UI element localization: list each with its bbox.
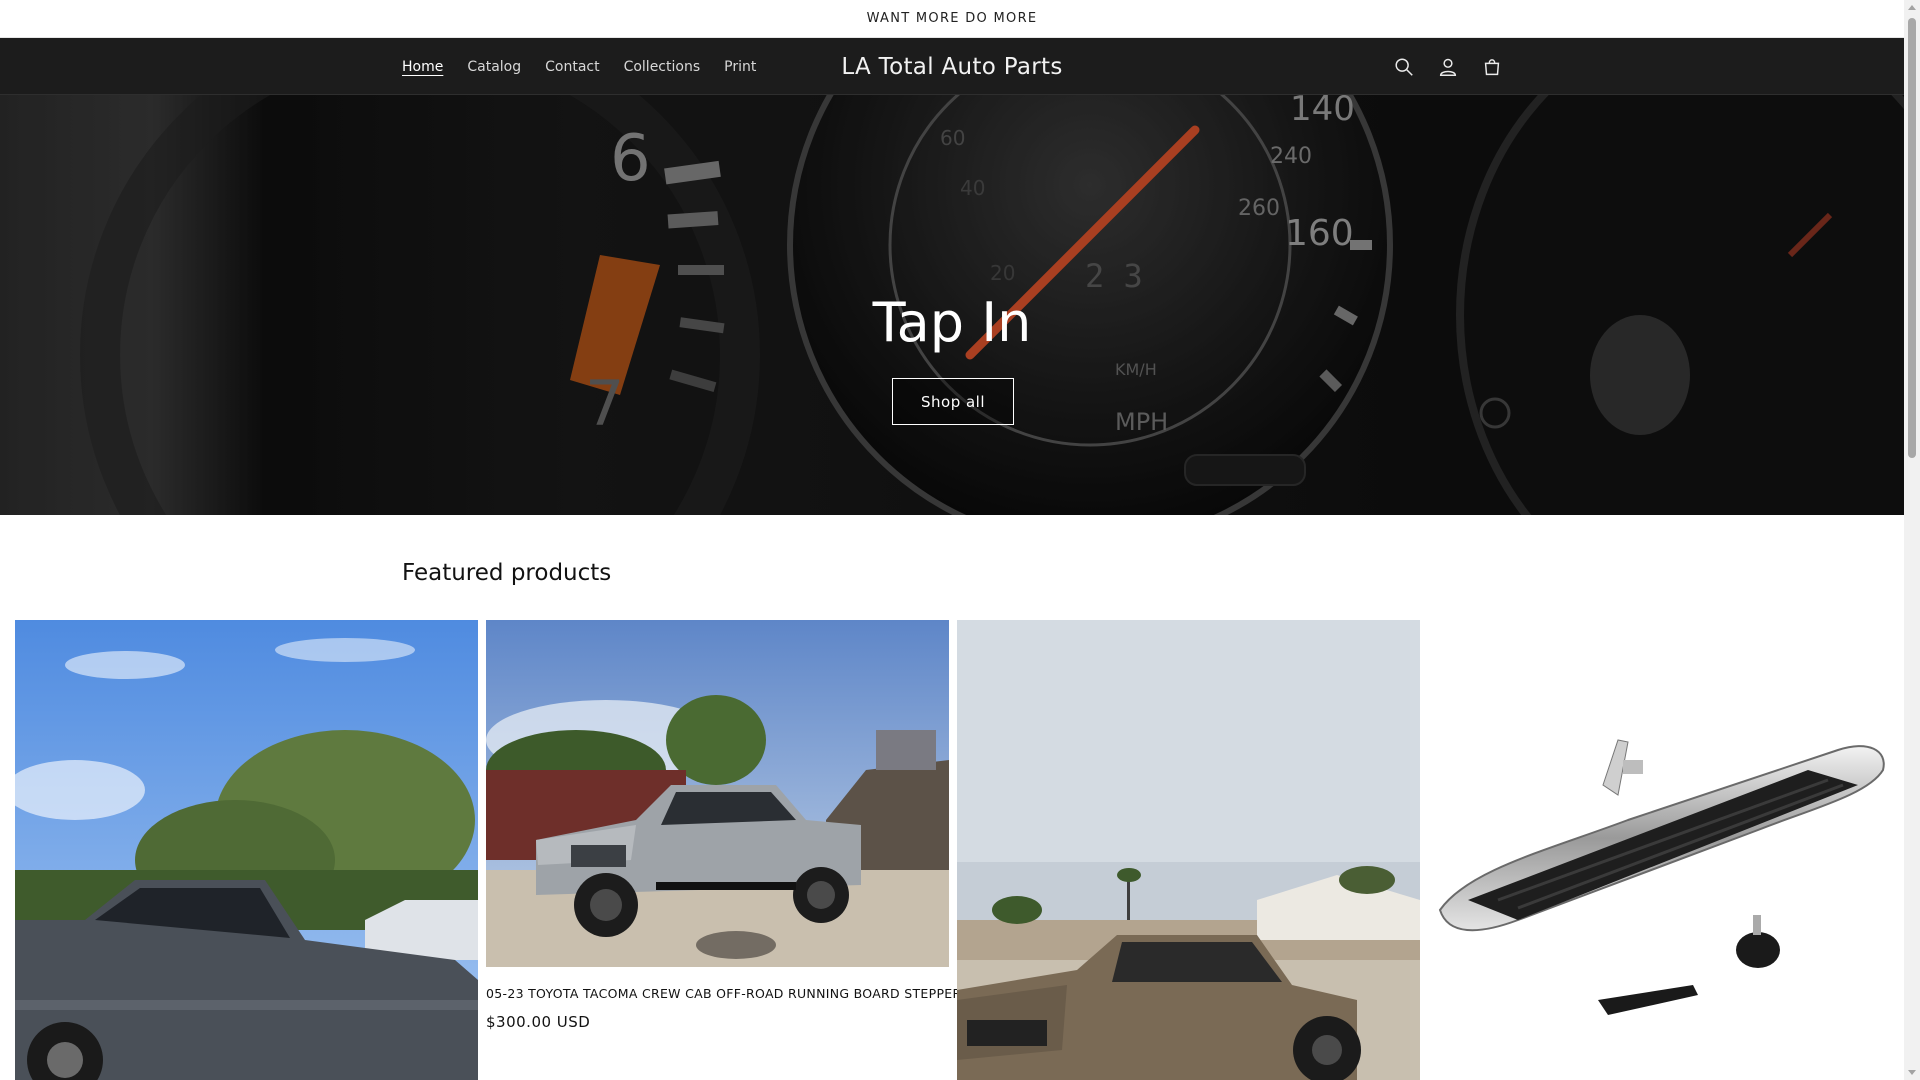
product-title-link[interactable]: 05-23 TOYOTA TACOMA CREW CAB OFF-ROAD RU… <box>486 986 970 1001</box>
product-grid: 05-23 TOYOTA TACOMA CREW CAB OFF-ROAD RU… <box>15 620 1891 1080</box>
running-board-stepper-image <box>1438 739 1885 1015</box>
gray-pickup-truck-image <box>15 620 478 1080</box>
product-card[interactable] <box>15 620 478 1080</box>
product-image[interactable] <box>15 620 478 1080</box>
scroll-up-arrow-icon[interactable] <box>1908 5 1916 10</box>
nav-print[interactable]: Print <box>724 59 756 75</box>
store-logo-link[interactable]: LA Total Auto Parts <box>841 38 1062 95</box>
product-card[interactable] <box>1428 620 1891 1080</box>
main-nav: Home Catalog Contact Collections Print <box>402 38 780 95</box>
search-icon <box>1395 57 1413 76</box>
featured-products-heading: Featured products <box>402 560 612 586</box>
silver-toyota-tacoma-image <box>486 620 949 967</box>
cart-icon <box>1484 58 1500 75</box>
product-price: $300.00 USD <box>486 1013 591 1031</box>
site-header: Home Catalog Contact Collections Print L… <box>0 38 1904 95</box>
page-scrollbar[interactable] <box>1904 0 1920 1080</box>
nav-home[interactable]: Home <box>402 59 443 75</box>
scroll-down-arrow-icon[interactable] <box>1908 1070 1916 1075</box>
search-button[interactable] <box>1390 53 1418 81</box>
scrollbar-thumb[interactable] <box>1908 18 1916 458</box>
product-card[interactable]: 05-23 TOYOTA TACOMA CREW CAB OFF-ROAD RU… <box>486 620 969 1031</box>
cart-button[interactable] <box>1478 53 1506 81</box>
header-icons <box>1390 38 1506 95</box>
product-card[interactable] <box>957 620 1420 1080</box>
hero-banner: 6 7 60 40 20 140 240 260 160 KM/H MPH 2 … <box>0 95 1904 515</box>
nav-catalog[interactable]: Catalog <box>467 59 521 75</box>
announcement-text: WANT MORE DO MORE <box>866 11 1038 26</box>
account-icon <box>1439 58 1457 76</box>
shop-all-button[interactable]: Shop all <box>892 378 1014 425</box>
bronze-nissan-frontier-image <box>957 620 1420 1080</box>
nav-contact[interactable]: Contact <box>545 59 599 75</box>
nav-collections[interactable]: Collections <box>624 59 701 75</box>
product-image[interactable] <box>1428 620 1891 1080</box>
hero-heading: Tap In <box>872 291 1032 354</box>
product-image[interactable] <box>486 620 949 967</box>
announcement-bar: WANT MORE DO MORE <box>0 0 1904 38</box>
account-button[interactable] <box>1434 53 1462 81</box>
product-image[interactable] <box>957 620 1420 1080</box>
